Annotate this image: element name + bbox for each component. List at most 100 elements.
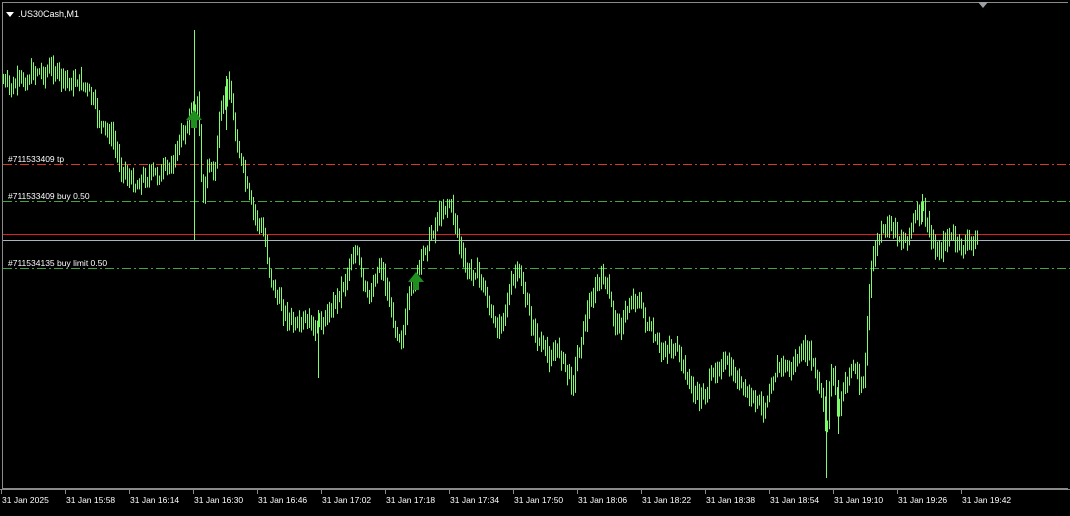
candle-body (881, 228, 882, 238)
candle-body (473, 272, 474, 277)
time-axis-label: 31 Jan 19:42 (962, 495, 1012, 505)
candle-body (543, 344, 544, 346)
candle-body (251, 195, 252, 202)
candle-body (213, 165, 214, 174)
candle-body (155, 170, 156, 173)
candle-body (867, 320, 868, 360)
candle-body (261, 225, 262, 228)
candle-body (15, 84, 16, 86)
candle-body (651, 326, 652, 329)
candle-body (347, 272, 348, 281)
chart-header[interactable]: .US30Cash,M1 (6, 7, 79, 21)
candle-body (215, 165, 216, 174)
candle-body (337, 292, 338, 304)
candle-body (161, 169, 162, 180)
candle-body (717, 369, 718, 376)
candle-body (491, 308, 492, 313)
candle-body (633, 297, 634, 305)
candle-body (323, 321, 324, 325)
candle-body (841, 398, 842, 407)
candle-body (649, 326, 650, 328)
candle-body (643, 304, 644, 315)
candle-body (767, 399, 768, 405)
candle-body (393, 306, 394, 326)
time-axis-label: 31 Jan 17:34 (450, 495, 500, 505)
candle-body (937, 247, 938, 255)
candle-body (89, 87, 90, 90)
candle-body (753, 392, 754, 394)
candle-body (861, 385, 862, 389)
candle-body (301, 321, 302, 323)
candle-body (823, 394, 824, 404)
candle-body (259, 222, 260, 226)
candle-body (83, 84, 84, 87)
time-axis-tick (833, 490, 834, 494)
price-chart[interactable] (0, 0, 1070, 489)
candle-body (803, 349, 804, 358)
chart-shift-triangle-icon[interactable] (978, 2, 988, 8)
candle-body (333, 300, 334, 314)
candle-body (425, 251, 426, 253)
candle-body (281, 296, 282, 309)
candle-body (883, 227, 884, 229)
candle-body (187, 128, 188, 130)
candle-body (627, 310, 628, 312)
candle-body (737, 374, 738, 385)
candle-body (821, 387, 822, 395)
candle-body (13, 84, 14, 91)
candle-body (527, 300, 528, 302)
candle-body (531, 312, 532, 326)
candle-body (439, 209, 440, 222)
candle-body (877, 238, 878, 250)
candle-body (917, 209, 918, 217)
candle-body (851, 367, 852, 374)
candle-body (539, 341, 540, 343)
candle-body (317, 324, 318, 328)
candle-body (137, 184, 138, 188)
candle-body (911, 225, 912, 231)
candle-body (923, 204, 924, 209)
candle-body (971, 239, 972, 241)
chart-window[interactable]: .US30Cash,M1 #711533409 tp #711533409 bu… (0, 0, 1070, 515)
candle-body (365, 283, 366, 289)
candle-body (471, 269, 472, 273)
candle-body (521, 271, 522, 283)
candle-body (585, 323, 586, 325)
candle-body (319, 319, 320, 325)
candle-body (591, 302, 592, 305)
candle-body (111, 131, 112, 139)
candle-body (117, 148, 118, 155)
candle-body (599, 279, 600, 286)
triangle-down-icon[interactable] (6, 11, 14, 17)
candle-body (341, 285, 342, 298)
candle-body (609, 284, 610, 296)
candle-body (509, 290, 510, 302)
candle-body (113, 131, 114, 142)
candle-body (887, 227, 888, 231)
candle-body (149, 174, 150, 181)
candle-body (909, 230, 910, 242)
candle-body (533, 325, 534, 334)
candle-body (65, 73, 66, 80)
candle-body (819, 380, 820, 388)
candle-body (479, 266, 480, 278)
time-axis-label: 31 Jan 18:22 (642, 495, 692, 505)
candle-body (419, 264, 420, 268)
candle-body (833, 371, 834, 375)
candle-body (489, 303, 490, 309)
candle-body (897, 225, 898, 240)
candle-body (63, 73, 64, 82)
time-axis-tick (577, 490, 578, 494)
candle-body (383, 269, 384, 274)
candle-body (245, 166, 246, 182)
candle-body (361, 261, 362, 272)
candle-body (477, 266, 478, 277)
candle-body (541, 341, 542, 345)
candle-body (25, 83, 26, 87)
candle-body (635, 297, 636, 302)
candle-body (143, 175, 144, 179)
candle-body (559, 345, 560, 355)
candle-body (447, 203, 448, 209)
candle-body (291, 317, 292, 319)
candle-body (899, 239, 900, 241)
